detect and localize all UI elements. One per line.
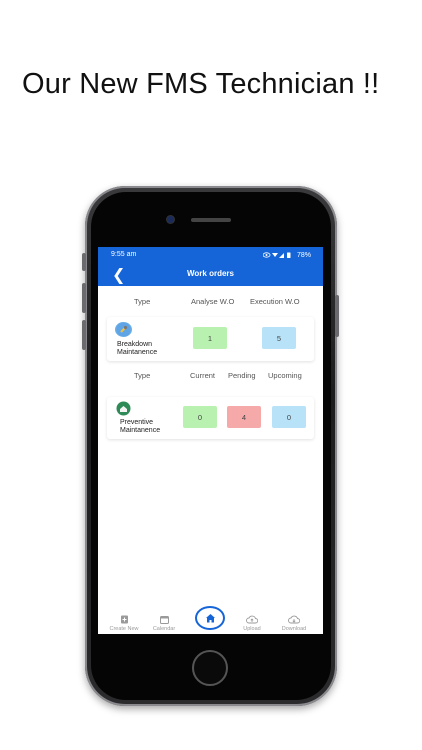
current-count[interactable]: 0 — [183, 406, 217, 428]
nav-upload-label: Upload — [243, 626, 261, 632]
power-button — [335, 295, 339, 337]
preventive-label: Preventive Maintanence — [120, 419, 160, 435]
volume-up-button — [82, 283, 86, 313]
home-icon — [205, 614, 215, 623]
status-icons: 78% — [262, 251, 311, 259]
header-analyse-wo: Analyse W.O — [191, 297, 235, 306]
nav-upload[interactable]: Upload — [232, 615, 272, 632]
preventive-label-line2: Maintanence — [120, 427, 161, 434]
breakdown-label-line2: Maintanence — [117, 349, 158, 356]
upcoming-count[interactable]: 0 — [272, 406, 306, 428]
cloud-upload-icon — [246, 615, 258, 624]
nav-create-new-label: Create New — [109, 626, 139, 632]
signal-icon — [278, 253, 284, 258]
eye-icon — [262, 252, 271, 258]
front-camera — [167, 216, 174, 223]
nav-calendar-label: Calendar — [152, 626, 176, 632]
nav-download-label: Download — [281, 626, 307, 632]
header-current: Current — [190, 371, 216, 380]
nav-home-button[interactable] — [195, 606, 225, 630]
calendar-icon — [159, 616, 169, 624]
analyse-wo-count[interactable]: 1 — [193, 327, 227, 349]
execution-wo-count[interactable]: 5 — [262, 327, 296, 349]
header-execution-wo: Execution W.O — [250, 297, 300, 306]
home-avatar-icon — [115, 401, 132, 416]
header-pending: Pending — [228, 371, 256, 380]
nav-download[interactable]: Download — [274, 615, 314, 632]
earpiece-speaker — [191, 218, 231, 222]
header-upcoming: Upcoming — [268, 371, 302, 380]
mute-switch — [82, 253, 86, 271]
app-bar: ❮ Work orders — [98, 263, 323, 286]
nav-create-new[interactable]: Create New — [104, 615, 144, 632]
nav-calendar[interactable]: Calendar — [144, 615, 184, 632]
app-screen: 9:55 am 78% ❮ Work orders Type Analyse W… — [98, 247, 323, 634]
cloud-download-icon — [288, 615, 300, 624]
pending-count[interactable]: 4 — [227, 406, 261, 428]
preventive-label-line1: Preventive — [120, 419, 154, 426]
wifi-icon — [271, 253, 278, 257]
status-time: 9:55 am — [111, 251, 137, 258]
header-type-2: Type — [134, 371, 151, 380]
header-type: Type — [134, 297, 151, 306]
page-title: Work orders — [187, 269, 234, 278]
breakdown-label: Breakdown Maintanence — [117, 341, 157, 357]
breakdown-card[interactable]: Breakdown Maintanence 1 5 — [107, 317, 314, 361]
hardware-home-button[interactable] — [192, 650, 228, 686]
breakdown-label-line1: Breakdown — [117, 341, 153, 348]
promo-headline: Our New FMS Technician !! — [22, 68, 380, 100]
preventive-card[interactable]: Preventive Maintanence 0 4 0 — [107, 397, 314, 439]
status-bar: 9:55 am 78% — [98, 247, 323, 263]
volume-down-button — [82, 320, 86, 350]
wrench-avatar-icon — [115, 322, 132, 337]
file-plus-icon — [120, 615, 128, 624]
battery-percent: 78% — [296, 251, 311, 259]
battery-icon — [286, 252, 291, 258]
